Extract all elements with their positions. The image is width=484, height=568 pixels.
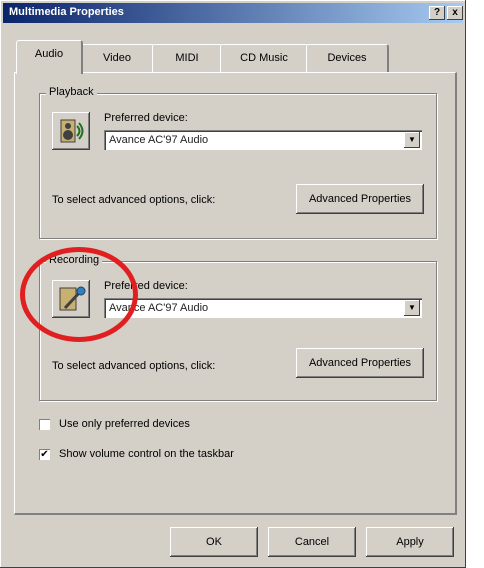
use-preferred-devices-checkbox[interactable] [39,419,50,430]
title-bar[interactable]: Multimedia Properties ? x [3,3,463,23]
tab-devices[interactable]: Devices [306,44,389,73]
playback-preferred-device-label: Preferred device: [104,112,188,124]
tab-video[interactable]: Video [80,44,155,73]
tab-audio[interactable]: Audio [16,40,83,74]
playback-group-label: Playback [46,86,97,98]
help-button[interactable]: ? [429,6,445,20]
ok-button[interactable]: OK [170,527,258,557]
playback-device-select[interactable]: Avance AC'97 Audio ▼ [104,130,422,150]
recording-advanced-properties-button[interactable]: Advanced Properties [296,348,424,378]
playback-advanced-properties-button[interactable]: Advanced Properties [296,184,424,214]
red-circle-annotation [20,247,138,342]
close-button[interactable]: x [447,6,463,20]
tab-cd-music[interactable]: CD Music [220,44,309,73]
cancel-button[interactable]: Cancel [268,527,356,557]
recording-advanced-text: To select advanced options, click: [52,360,216,372]
show-volume-control-checkbox[interactable]: ✔ [39,449,50,460]
playback-group: Playback Preferred device: Avance AC'97 … [39,86,437,239]
chevron-down-icon[interactable]: ▼ [404,132,420,148]
speaker-icon [52,112,90,150]
show-volume-control-label[interactable]: Show volume control on the taskbar [59,448,234,460]
window-title: Multimedia Properties [9,6,124,18]
playback-device-value: Avance AC'97 Audio [109,134,209,146]
tab-midi[interactable]: MIDI [152,44,223,73]
use-preferred-devices-label[interactable]: Use only preferred devices [59,418,190,430]
recording-device-select[interactable]: Avance AC'97 Audio ▼ [104,298,422,318]
chevron-down-icon[interactable]: ▼ [404,300,420,316]
playback-advanced-text: To select advanced options, click: [52,194,216,206]
apply-button[interactable]: Apply [366,527,454,557]
